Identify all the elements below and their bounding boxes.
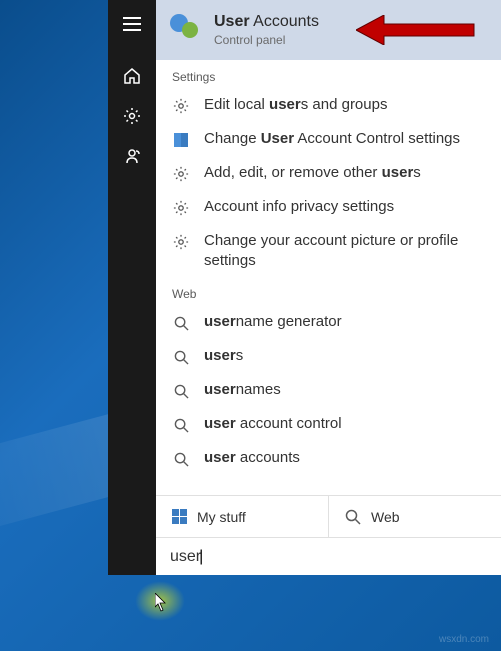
result-text: Account info privacy settings	[204, 197, 394, 217]
feedback-icon[interactable]	[108, 136, 156, 176]
gear-icon	[172, 199, 190, 217]
web-result-item[interactable]: user accounts	[156, 441, 501, 475]
settings-gear-icon[interactable]	[108, 96, 156, 136]
settings-result-item[interactable]: Change User Account Control settings	[156, 122, 501, 156]
flag-icon	[172, 131, 190, 149]
search-icon	[172, 314, 190, 332]
result-text: Add, edit, or remove other users	[204, 163, 421, 183]
my-stuff-label: My stuff	[197, 509, 246, 525]
settings-result-item[interactable]: Add, edit, or remove other users	[156, 156, 501, 190]
annotation-arrow-icon	[356, 15, 476, 45]
result-text: users	[204, 346, 243, 366]
gear-icon	[172, 97, 190, 115]
watermark: wsxdn.com	[439, 634, 489, 645]
hamburger-menu-icon[interactable]	[108, 0, 156, 48]
search-icon	[172, 348, 190, 366]
bottom-tabs: My stuff Web	[156, 495, 501, 537]
web-result-item[interactable]: usernames	[156, 373, 501, 407]
search-icon	[345, 509, 361, 525]
web-tab-label: Web	[371, 509, 400, 525]
search-query-text: user	[170, 548, 203, 566]
result-text: username generator	[204, 312, 342, 332]
web-section-label: Web	[156, 277, 501, 305]
result-text: Edit local users and groups	[204, 95, 387, 115]
settings-result-item[interactable]: Change your account picture or profile s…	[156, 224, 501, 277]
windows-logo-icon	[172, 509, 187, 524]
web-result-item[interactable]: users	[156, 339, 501, 373]
settings-result-item[interactable]: Account info privacy settings	[156, 190, 501, 224]
gear-icon	[172, 233, 190, 251]
result-text: user account control	[204, 414, 342, 434]
web-result-item[interactable]: username generator	[156, 305, 501, 339]
home-icon[interactable]	[108, 56, 156, 96]
web-result-item[interactable]: user account control	[156, 407, 501, 441]
result-text: Change User Account Control settings	[204, 129, 460, 149]
settings-result-item[interactable]: Edit local users and groups	[156, 88, 501, 122]
web-tab[interactable]: Web	[328, 496, 501, 537]
user-accounts-icon	[168, 12, 204, 48]
search-icon	[172, 416, 190, 434]
search-icon	[172, 450, 190, 468]
result-text: usernames	[204, 380, 281, 400]
search-input[interactable]: user	[156, 537, 501, 575]
search-icon	[172, 382, 190, 400]
mouse-cursor-icon	[155, 593, 169, 613]
my-stuff-tab[interactable]: My stuff	[156, 496, 328, 537]
gear-icon	[172, 165, 190, 183]
search-results-panel: User Accounts Control panel Settings Edi…	[156, 0, 501, 575]
cortana-sidebar	[108, 0, 156, 575]
result-text: Change your account picture or profile s…	[204, 231, 485, 270]
top-result-user-accounts[interactable]: User Accounts Control panel	[156, 0, 501, 60]
settings-section-label: Settings	[156, 60, 501, 88]
result-text: user accounts	[204, 448, 300, 468]
results-list: Settings Edit local users and groups Chan…	[156, 60, 501, 495]
